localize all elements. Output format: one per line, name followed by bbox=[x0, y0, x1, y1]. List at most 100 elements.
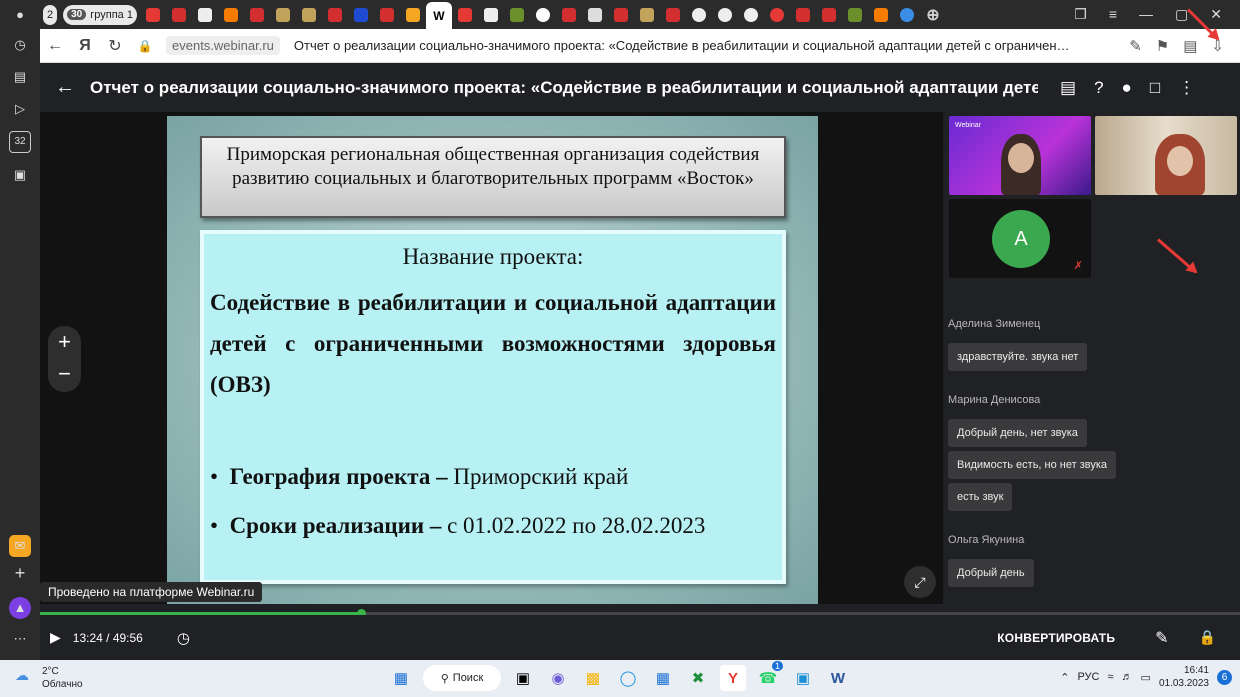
edge-icon[interactable]: ◯ bbox=[615, 665, 641, 691]
tab-active[interactable]: W bbox=[425, 2, 452, 29]
tab-favicon[interactable] bbox=[686, 4, 712, 26]
wifi-icon[interactable]: ≈ bbox=[1107, 671, 1113, 683]
history-icon[interactable]: ◷ bbox=[9, 34, 31, 56]
profile-icon[interactable]: ● bbox=[9, 4, 31, 26]
tab-favicon[interactable] bbox=[322, 4, 348, 26]
fullscreen-button[interactable]: ⤢ bbox=[904, 566, 936, 598]
chat-message: Добрый день, нет звука bbox=[948, 419, 1087, 447]
tab-favicon[interactable] bbox=[244, 4, 270, 26]
url-field[interactable]: events.webinar.ru bbox=[166, 36, 280, 55]
video-icon[interactable]: ▷ bbox=[9, 98, 31, 120]
tab-favicon[interactable] bbox=[660, 4, 686, 26]
new-tab-button[interactable]: ⊕ bbox=[920, 4, 946, 26]
tab-favicon[interactable] bbox=[192, 4, 218, 26]
participant-face bbox=[1008, 143, 1034, 173]
more-icon[interactable]: ⋯ bbox=[9, 628, 31, 650]
screenshot-icon[interactable]: ▣ bbox=[9, 164, 31, 186]
tab-favicon[interactable] bbox=[816, 4, 842, 26]
chevron-up-icon[interactable]: ⌃ bbox=[1060, 671, 1069, 684]
menu-icon[interactable]: ≡ bbox=[1109, 6, 1117, 23]
more-options-icon[interactable]: ⋮ bbox=[1178, 78, 1195, 98]
translate-icon[interactable]: ✎ bbox=[1129, 37, 1142, 55]
whatsapp-icon[interactable]: ☎ 1 bbox=[755, 661, 783, 691]
back-arrow-icon[interactable]: ← bbox=[40, 37, 70, 55]
tab-favicon[interactable] bbox=[556, 4, 582, 26]
document-icon[interactable]: □ bbox=[1150, 78, 1160, 98]
photos-icon[interactable]: ▣ bbox=[790, 665, 816, 691]
tab-favicon[interactable] bbox=[530, 4, 556, 26]
participant-video[interactable]: Webinar bbox=[949, 116, 1091, 195]
minimize-icon[interactable]: — bbox=[1139, 6, 1153, 23]
yandex-browser-icon[interactable]: Y bbox=[720, 665, 746, 691]
tab-favicon[interactable] bbox=[842, 4, 868, 26]
add-app-icon[interactable]: + bbox=[9, 562, 31, 584]
maximize-icon[interactable]: ▢ bbox=[1175, 6, 1188, 23]
word-icon[interactable]: W bbox=[825, 665, 851, 691]
volume-icon[interactable]: ♬ bbox=[1122, 671, 1133, 683]
language-indicator[interactable]: РУС bbox=[1077, 671, 1099, 683]
xbox-icon[interactable]: ✖ bbox=[685, 665, 711, 691]
tab-favicon[interactable] bbox=[348, 4, 374, 26]
bookmark-icon[interactable]: ⚑ bbox=[1156, 37, 1169, 55]
search-icon: ⚲ bbox=[440, 672, 449, 685]
close-icon[interactable]: ✕ bbox=[1210, 6, 1222, 23]
battery-icon[interactable]: ▭ bbox=[1141, 671, 1151, 684]
participant-face bbox=[1167, 146, 1193, 176]
tab-favicon[interactable] bbox=[478, 4, 504, 26]
tab-favicon[interactable] bbox=[452, 4, 478, 26]
store-icon[interactable]: ▦ bbox=[650, 665, 676, 691]
tab-count[interactable]: 2 bbox=[43, 4, 58, 25]
mail-app-icon[interactable]: ✉ bbox=[9, 535, 31, 557]
participants-icon[interactable]: ● bbox=[1122, 78, 1132, 98]
tab-favicon[interactable] bbox=[608, 4, 634, 26]
yandex-icon[interactable]: Я bbox=[70, 37, 100, 55]
lock-icon[interactable]: 🔒 bbox=[130, 39, 160, 53]
zoom-in-button[interactable]: + bbox=[48, 326, 81, 358]
chat-icon[interactable]: ▤ bbox=[1060, 78, 1076, 98]
collections-icon[interactable]: ▤ bbox=[9, 66, 31, 88]
clock[interactable]: 16:41 01.03.2023 bbox=[1159, 664, 1209, 690]
zoom-control: + − bbox=[48, 326, 81, 392]
tabs-icon[interactable]: ❐ bbox=[1074, 6, 1087, 23]
tab-favicon[interactable] bbox=[738, 4, 764, 26]
chat-app-icon[interactable]: ◉ bbox=[545, 665, 571, 691]
tab-favicon[interactable] bbox=[374, 4, 400, 26]
alice-icon[interactable]: ▲ bbox=[9, 597, 31, 619]
calendar-icon[interactable]: 32 bbox=[9, 131, 31, 153]
tab-favicon[interactable] bbox=[140, 4, 166, 26]
tab-favicon[interactable] bbox=[296, 4, 322, 26]
tab-favicon[interactable] bbox=[400, 4, 426, 26]
participant-video[interactable] bbox=[1095, 116, 1237, 195]
tab-favicon[interactable] bbox=[504, 4, 530, 26]
page-title: Отчет о реализации социально-значимого п… bbox=[293, 38, 1070, 53]
weather-widget[interactable]: ☁ 2°C Облачно bbox=[15, 665, 83, 691]
tab-favicon[interactable] bbox=[218, 4, 244, 26]
reload-icon[interactable]: ↻ bbox=[100, 36, 130, 56]
tab-favicon[interactable] bbox=[270, 4, 296, 26]
back-arrow-icon[interactable]: ← bbox=[40, 76, 90, 99]
search-button[interactable]: ⚲ Поиск bbox=[423, 665, 501, 691]
pencil-icon[interactable]: ✎ bbox=[1155, 628, 1168, 648]
convert-button[interactable]: КОНВЕРТИРОВАТЬ bbox=[997, 631, 1115, 645]
notification-badge[interactable]: 6 bbox=[1217, 669, 1232, 685]
zoom-out-button[interactable]: − bbox=[48, 358, 81, 390]
tab-favicon[interactable] bbox=[790, 4, 816, 26]
tab-favicon[interactable] bbox=[764, 4, 790, 26]
webinar-header: ← Отчет о реализации социально-значимого… bbox=[40, 63, 1240, 112]
tab-favicon[interactable] bbox=[634, 4, 660, 26]
tab-favicon[interactable] bbox=[868, 4, 894, 26]
tab-favicon[interactable] bbox=[582, 4, 608, 26]
tab-favicon[interactable] bbox=[166, 4, 192, 26]
start-icon[interactable]: ▦ bbox=[388, 665, 414, 691]
question-icon[interactable]: ? bbox=[1094, 78, 1103, 98]
tab-favicon[interactable] bbox=[894, 4, 920, 26]
speed-icon[interactable]: ◷ bbox=[177, 629, 190, 647]
explorer-icon[interactable]: ▩ bbox=[580, 665, 606, 691]
tab-group[interactable]: 30 группа 1 bbox=[63, 4, 137, 25]
lock-icon[interactable]: 🔒 bbox=[1199, 629, 1216, 646]
reader-icon[interactable]: ▤ bbox=[1183, 37, 1197, 55]
task-view-icon[interactable]: ▣ bbox=[510, 665, 536, 691]
play-button[interactable]: ▶ bbox=[50, 629, 61, 646]
participant-video[interactable]: А ✗ bbox=[949, 199, 1091, 278]
tab-favicon[interactable] bbox=[712, 4, 738, 26]
